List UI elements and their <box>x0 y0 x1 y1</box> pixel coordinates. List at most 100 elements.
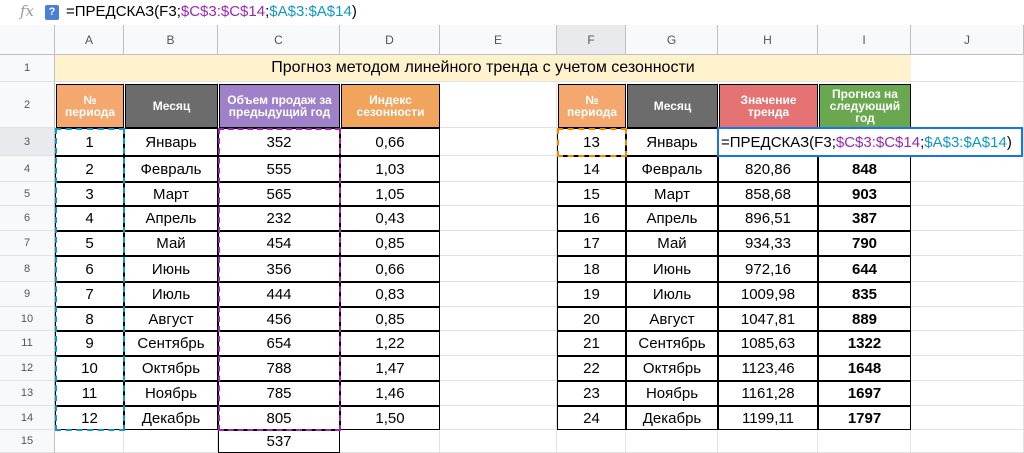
right-cell[interactable]: 1697 <box>818 381 911 406</box>
left-cell[interactable]: 11 <box>55 381 124 406</box>
right-cell[interactable]: Июнь <box>626 256 718 282</box>
row-header-12[interactable]: 12 <box>0 356 55 381</box>
right-cell[interactable]: Май <box>626 231 718 256</box>
column-header-b[interactable]: B <box>124 25 218 55</box>
left-cell[interactable]: 6 <box>55 256 124 282</box>
left-cell[interactable]: Октябрь <box>124 356 218 381</box>
grid-cell[interactable] <box>911 381 1024 406</box>
left-cell[interactable]: 232 <box>218 206 340 231</box>
row-header-8[interactable]: 8 <box>0 256 55 282</box>
left-cell[interactable]: 0,83 <box>340 282 440 307</box>
left-cell[interactable]: 805 <box>218 406 340 430</box>
grid-cell[interactable] <box>440 331 557 356</box>
left-cell[interactable]: Декабрь <box>124 406 218 430</box>
select-all-corner[interactable] <box>0 25 55 55</box>
right-cell[interactable]: 13 <box>557 128 626 156</box>
left-cell[interactable]: 1,22 <box>340 331 440 356</box>
grid-cell[interactable] <box>440 182 557 206</box>
grid-cell[interactable] <box>911 231 1024 256</box>
grid-cell[interactable] <box>55 430 124 453</box>
left-cell[interactable]: 7 <box>55 282 124 307</box>
grid-cell[interactable] <box>818 430 911 453</box>
row-header-3[interactable]: 3 <box>0 128 55 156</box>
row-header-10[interactable]: 10 <box>0 307 55 331</box>
left-cell[interactable]: 0,66 <box>340 256 440 282</box>
column-header-d[interactable]: D <box>340 25 440 55</box>
right-cell[interactable]: 1648 <box>818 356 911 381</box>
right-cell[interactable]: 387 <box>818 206 911 231</box>
left-cell[interactable]: 1,05 <box>340 182 440 206</box>
left-cell[interactable]: Август <box>124 307 218 331</box>
row-header-9[interactable]: 9 <box>0 282 55 307</box>
help-icon[interactable]: ? <box>45 5 59 20</box>
column-header-i[interactable]: I <box>818 25 911 55</box>
left-cell[interactable]: 565 <box>218 182 340 206</box>
row-header-15[interactable]: 15 <box>0 430 55 453</box>
row-header-2[interactable]: 2 <box>0 82 55 128</box>
grid-cell[interactable] <box>911 331 1024 356</box>
left-cell[interactable]: Апрель <box>124 206 218 231</box>
left-cell[interactable]: Ноябрь <box>124 381 218 406</box>
grid-cell[interactable] <box>911 156 1024 182</box>
grid-cell[interactable] <box>440 156 557 182</box>
right-cell[interactable]: Март <box>626 182 718 206</box>
right-cell[interactable]: 903 <box>818 182 911 206</box>
left-cell[interactable]: Июль <box>124 282 218 307</box>
right-cell[interactable]: 1322 <box>818 331 911 356</box>
grid-cell[interactable] <box>440 406 557 430</box>
row-header-14[interactable]: 14 <box>0 406 55 430</box>
sheet-title[interactable]: Прогноз методом линейного тренда с учето… <box>55 55 911 82</box>
column-header-f[interactable]: F <box>557 25 626 55</box>
left-cell[interactable]: 555 <box>218 156 340 182</box>
formula-input[interactable]: =ПРЕДСКАЗ(F3;$C$3:$C$14;$A$3:$A$14) <box>66 3 357 20</box>
right-cell[interactable]: 1123,46 <box>718 356 818 381</box>
right-cell[interactable]: Апрель <box>626 206 718 231</box>
column-header-a[interactable]: A <box>55 25 124 55</box>
left-cell[interactable]: 4 <box>55 206 124 231</box>
left-cell[interactable]: 0,85 <box>340 231 440 256</box>
right-cell[interactable]: 835 <box>818 282 911 307</box>
grid-cell[interactable] <box>440 231 557 256</box>
left-cell[interactable]: 1 <box>55 128 124 156</box>
row-header-5[interactable]: 5 <box>0 182 55 206</box>
column-header-e[interactable]: E <box>440 25 557 55</box>
right-cell[interactable]: 24 <box>557 406 626 430</box>
right-cell[interactable]: 934,33 <box>718 231 818 256</box>
grid-cell[interactable] <box>440 307 557 331</box>
right-cell[interactable]: 17 <box>557 231 626 256</box>
left-cell[interactable]: 454 <box>218 231 340 256</box>
right-cell[interactable]: 23 <box>557 381 626 406</box>
grid-cell[interactable] <box>911 82 1024 128</box>
column-header-h[interactable]: H <box>718 25 818 55</box>
left-cell[interactable]: 12 <box>55 406 124 430</box>
right-cell[interactable]: 20 <box>557 307 626 331</box>
row-header-11[interactable]: 11 <box>0 331 55 356</box>
right-cell[interactable]: 820,86 <box>718 156 818 182</box>
grid-cell[interactable] <box>911 307 1024 331</box>
left-cell[interactable]: 10 <box>55 356 124 381</box>
grid-cell[interactable] <box>911 282 1024 307</box>
column-header-j[interactable]: J <box>911 25 1024 55</box>
right-cell[interactable]: 1161,28 <box>718 381 818 406</box>
left-cell[interactable]: Июнь <box>124 256 218 282</box>
left-cell[interactable]: 785 <box>218 381 340 406</box>
grid-cell[interactable] <box>911 206 1024 231</box>
grid-cell[interactable] <box>124 430 218 453</box>
right-cell[interactable]: 1199,11 <box>718 406 818 430</box>
left-cell[interactable]: Январь <box>124 128 218 156</box>
row-header-1[interactable]: 1 <box>0 55 55 82</box>
grid-cell[interactable] <box>440 282 557 307</box>
grid-cell[interactable] <box>911 430 1024 453</box>
active-cell-editor[interactable]: =ПРЕДСКАЗ(F3; $C$3:$C$14; $A$3:$A$14) <box>717 127 1023 157</box>
left-cell[interactable]: 1,47 <box>340 356 440 381</box>
left-cell[interactable]: 444 <box>218 282 340 307</box>
grid-cell[interactable] <box>440 82 557 128</box>
left-cell[interactable]: 2 <box>55 156 124 182</box>
grid-cell[interactable] <box>340 430 440 453</box>
right-cell[interactable]: Октябрь <box>626 356 718 381</box>
grid-cell[interactable] <box>626 430 718 453</box>
left-cell[interactable]: 3 <box>55 182 124 206</box>
right-cell[interactable]: 848 <box>818 156 911 182</box>
right-cell[interactable]: 972,16 <box>718 256 818 282</box>
left-cell[interactable]: 0,85 <box>340 307 440 331</box>
